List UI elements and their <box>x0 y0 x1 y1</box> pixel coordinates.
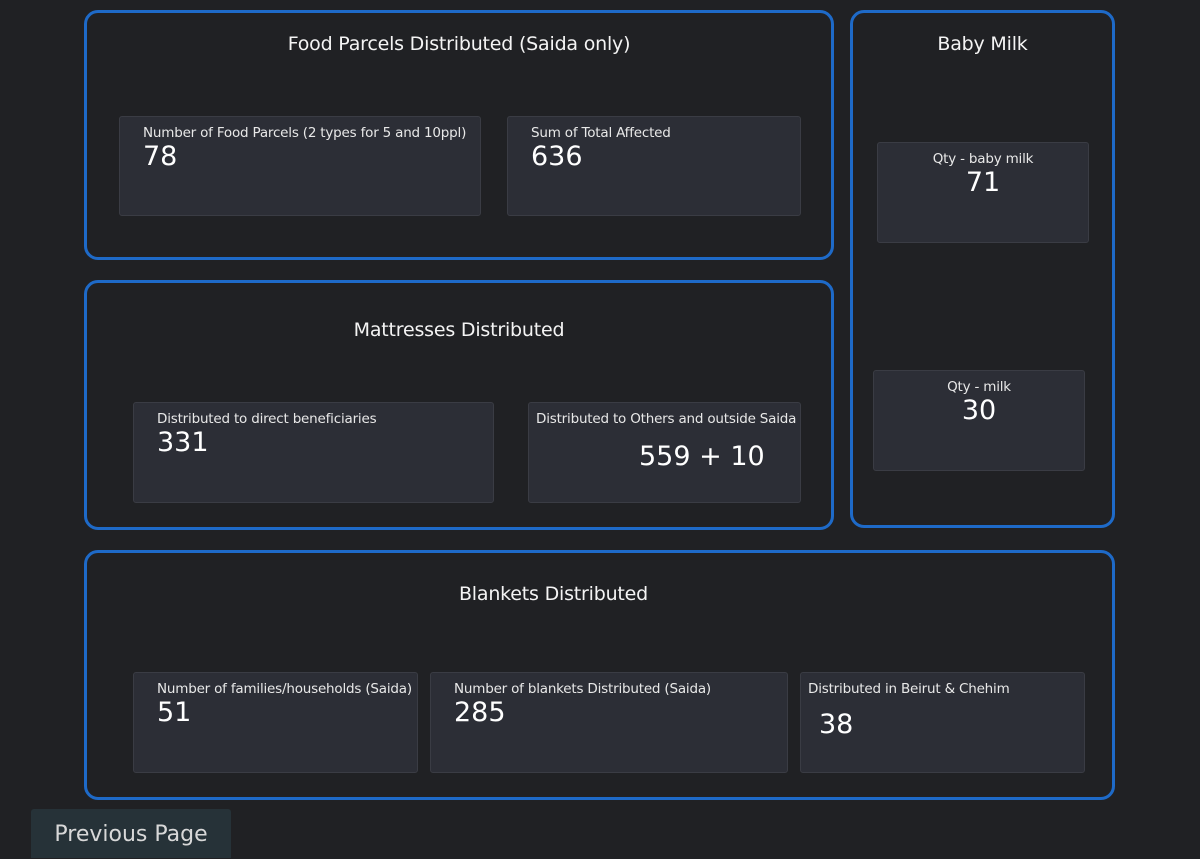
metric-value: 78 <box>143 141 178 172</box>
metric-card-direct-beneficiaries: Distributed to direct beneficiaries 331 <box>133 402 494 503</box>
metric-label: Number of Food Parcels (2 types for 5 an… <box>143 125 467 141</box>
metric-label: Distributed to direct beneficiaries <box>157 411 377 427</box>
panel-title: Food Parcels Distributed (Saida only) <box>287 33 631 55</box>
metric-value: 30 <box>961 395 997 426</box>
previous-page-button[interactable]: Previous Page <box>31 809 231 858</box>
metric-card-baby-milk: Qty - baby milk 71 <box>877 142 1089 243</box>
metric-card-milk: Qty - milk 30 <box>873 370 1085 471</box>
metric-value: 285 <box>454 697 506 728</box>
metric-card-others-outside: Distributed to Others and outside Saida … <box>528 402 801 503</box>
metric-value: 38 <box>819 709 854 740</box>
metric-card-families: Number of families/households (Saida) 51 <box>133 672 418 773</box>
metric-label: Qty - baby milk <box>932 151 1034 167</box>
metric-label: Distributed to Others and outside Saida <box>536 411 797 427</box>
panel-title: Mattresses Distributed <box>353 319 565 341</box>
metric-card-total-affected: Sum of Total Affected 636 <box>507 116 801 216</box>
metric-label: Number of blankets Distributed (Saida) <box>454 681 711 697</box>
metric-label: Distributed in Beirut & Chehim <box>808 681 1010 697</box>
metric-card-food-parcels-count: Number of Food Parcels (2 types for 5 an… <box>119 116 481 216</box>
mattresses-panel: Mattresses Distributed Distributed to di… <box>84 280 834 530</box>
metric-label: Number of families/households (Saida) <box>157 681 412 697</box>
blankets-panel: Blankets Distributed Number of families/… <box>84 550 1115 800</box>
metric-value: 71 <box>965 167 1001 198</box>
panel-title: Blankets Distributed <box>458 583 649 605</box>
metric-value: 51 <box>157 697 192 728</box>
metric-card-blankets-count: Number of blankets Distributed (Saida) 2… <box>430 672 788 773</box>
panel-title: Baby Milk <box>937 33 1028 55</box>
metric-value: 559 + 10 <box>639 441 765 472</box>
metric-value: 331 <box>157 427 209 458</box>
metric-card-beirut-chehim: Distributed in Beirut & Chehim 38 <box>800 672 1085 773</box>
metric-label: Qty - milk <box>947 379 1011 395</box>
metric-value: 636 <box>531 141 583 172</box>
food-parcels-panel: Food Parcels Distributed (Saida only) Nu… <box>84 10 834 260</box>
metric-label: Sum of Total Affected <box>531 125 671 141</box>
baby-milk-panel: Baby Milk Qty - baby milk 71 Qty - milk … <box>850 10 1115 528</box>
